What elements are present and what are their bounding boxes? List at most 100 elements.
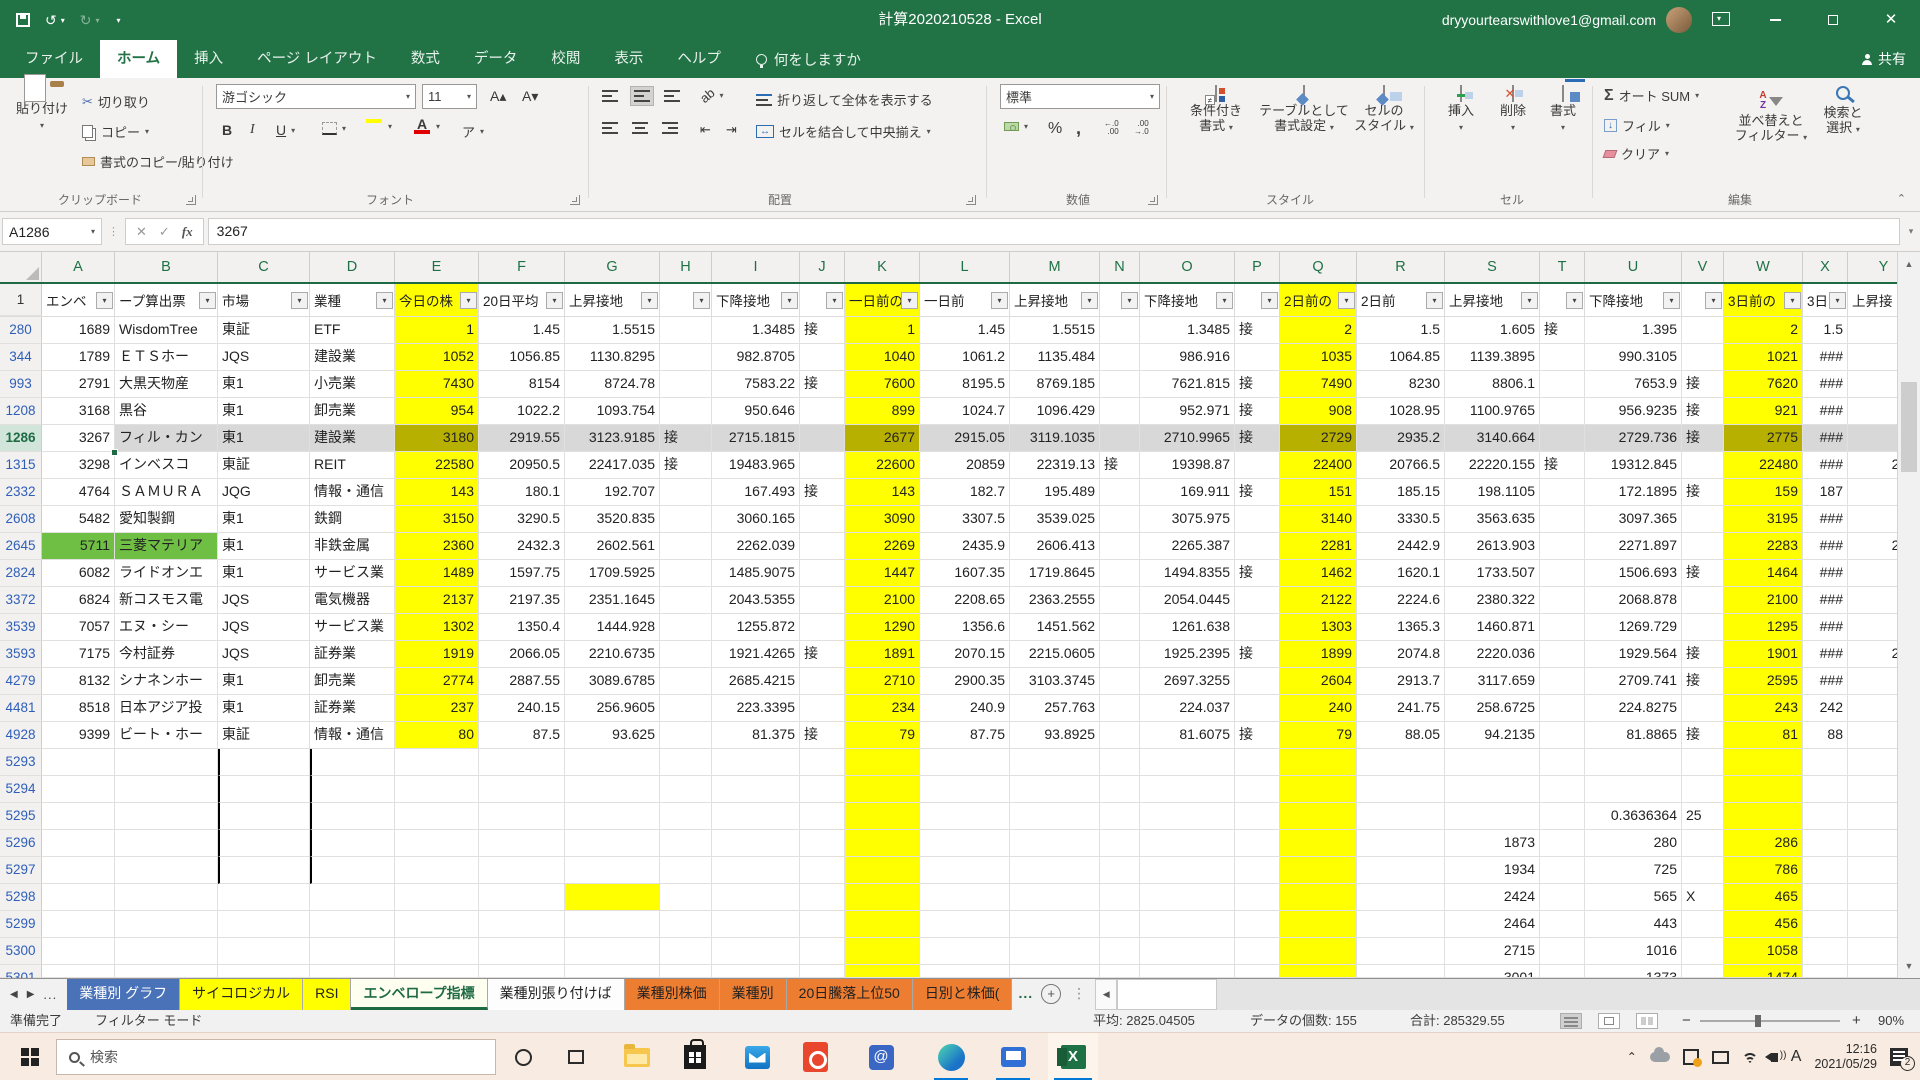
cell-L2332[interactable]: 182.7	[920, 479, 1010, 506]
cell-B2608[interactable]: 愛知製鋼	[115, 506, 218, 533]
cell-C2824[interactable]: 東1	[218, 560, 310, 587]
cell-L993[interactable]: 8195.5	[920, 371, 1010, 398]
row-header-1[interactable]: 1	[0, 284, 42, 316]
cell-P5300[interactable]	[1235, 938, 1280, 965]
cell-M993[interactable]: 8769.185	[1010, 371, 1100, 398]
cell-K1208[interactable]: 899	[845, 398, 920, 425]
decrease-decimal-icon[interactable]: .00→.0	[1134, 120, 1149, 136]
cell-N2645[interactable]	[1100, 533, 1140, 560]
cell-P5297[interactable]	[1235, 857, 1280, 884]
undo-dropdown-icon[interactable]: ▾	[61, 16, 65, 25]
bold-button[interactable]: B	[222, 122, 232, 138]
cell-X2608[interactable]: ###	[1803, 506, 1848, 533]
cell-B2824[interactable]: ライドオンエ	[115, 560, 218, 587]
cell-X2645[interactable]: ###	[1803, 533, 1848, 560]
filter-cell-Q1[interactable]: 2日前の▾	[1280, 284, 1357, 316]
cell-R3372[interactable]: 2224.6	[1357, 587, 1445, 614]
cell-N4279[interactable]	[1100, 668, 1140, 695]
cell-Q2332[interactable]: 151	[1280, 479, 1357, 506]
cell-W993[interactable]: 7620	[1724, 371, 1803, 398]
cell-P5299[interactable]	[1235, 911, 1280, 938]
cell-R5297[interactable]	[1357, 857, 1445, 884]
cell-K2824[interactable]: 1447	[845, 560, 920, 587]
align-top-icon[interactable]	[602, 90, 618, 102]
cell-K280[interactable]: 1	[845, 317, 920, 344]
taskbar-search-input[interactable]: 検索	[56, 1039, 496, 1075]
cell-J5295[interactable]	[800, 803, 845, 830]
cell-A5301[interactable]	[42, 965, 115, 978]
cell-B5293[interactable]	[115, 749, 218, 776]
cell-M5293[interactable]	[1010, 749, 1100, 776]
cell-F2824[interactable]: 1597.75	[479, 560, 565, 587]
cell-V4481[interactable]	[1682, 695, 1724, 722]
name-box[interactable]: A1286▾	[2, 218, 102, 245]
cell-B280[interactable]: WisdomTree	[115, 317, 218, 344]
ribbon-display-options-icon[interactable]	[1712, 12, 1730, 26]
cell-W5294[interactable]	[1724, 776, 1803, 803]
cell-B4279[interactable]: シナネンホー	[115, 668, 218, 695]
cell-E2608[interactable]: 3150	[395, 506, 479, 533]
cell-D5300[interactable]	[310, 938, 395, 965]
cell-E5298[interactable]	[395, 884, 479, 911]
cell-K5300[interactable]	[845, 938, 920, 965]
status-sum[interactable]: 合計: 285329.55	[1410, 1010, 1505, 1032]
tab-file[interactable]: ファイル	[8, 40, 100, 78]
cell-A5295[interactable]	[42, 803, 115, 830]
cell-R5296[interactable]	[1357, 830, 1445, 857]
cell-A280[interactable]: 1689	[42, 317, 115, 344]
filter-button-M[interactable]: ▾	[1081, 292, 1098, 309]
cell-Q3539[interactable]: 1303	[1280, 614, 1357, 641]
cell-H3593[interactable]	[660, 641, 712, 668]
row-header-1208[interactable]: 1208	[0, 398, 42, 425]
row-header-2608[interactable]: 2608	[0, 506, 42, 533]
avatar[interactable]	[1666, 7, 1692, 33]
paste-button[interactable]: 貼り付け▾	[10, 84, 74, 131]
cell-I4928[interactable]: 81.375	[712, 722, 800, 749]
cell-G2824[interactable]: 1709.5925	[565, 560, 660, 587]
cell-M280[interactable]: 1.5515	[1010, 317, 1100, 344]
cell-F5295[interactable]	[479, 803, 565, 830]
cancel-icon[interactable]: ✕	[136, 224, 147, 240]
cell-Q5300[interactable]	[1280, 938, 1357, 965]
cell-U280[interactable]: 1.395	[1585, 317, 1682, 344]
cell-A4928[interactable]: 9399	[42, 722, 115, 749]
cell-W4481[interactable]: 243	[1724, 695, 1803, 722]
cell-D5296[interactable]	[310, 830, 395, 857]
cell-U1315[interactable]: 19312.845	[1585, 452, 1682, 479]
cell-H4481[interactable]	[660, 695, 712, 722]
cell-D4481[interactable]: 証券業	[310, 695, 395, 722]
cell-M5300[interactable]	[1010, 938, 1100, 965]
cell-O3539[interactable]: 1261.638	[1140, 614, 1235, 641]
cell-F5298[interactable]	[479, 884, 565, 911]
cell-C4481[interactable]: 東1	[218, 695, 310, 722]
column-header-R[interactable]: R	[1357, 252, 1445, 282]
row-header-5296[interactable]: 5296	[0, 830, 42, 857]
cell-U5301[interactable]: 1373	[1585, 965, 1682, 978]
cell-J5294[interactable]	[800, 776, 845, 803]
cell-K5299[interactable]	[845, 911, 920, 938]
cell-S344[interactable]: 1139.3895	[1445, 344, 1540, 371]
column-header-D[interactable]: D	[310, 252, 395, 282]
page-break-view-icon[interactable]	[1636, 1013, 1658, 1029]
cell-W5300[interactable]: 1058	[1724, 938, 1803, 965]
cell-S280[interactable]: 1.605	[1445, 317, 1540, 344]
cell-S4928[interactable]: 94.2135	[1445, 722, 1540, 749]
cell-C280[interactable]: 東証	[218, 317, 310, 344]
cell-W5299[interactable]: 456	[1724, 911, 1803, 938]
cell-U3593[interactable]: 1929.564	[1585, 641, 1682, 668]
cell-H5293[interactable]	[660, 749, 712, 776]
cell-R3539[interactable]: 1365.3	[1357, 614, 1445, 641]
font-dialog-launcher-icon[interactable]	[570, 195, 580, 205]
column-header-I[interactable]: I	[712, 252, 800, 282]
cell-G5300[interactable]	[565, 938, 660, 965]
cell-H5299[interactable]	[660, 911, 712, 938]
cell-M2608[interactable]: 3539.025	[1010, 506, 1100, 533]
cell-L3372[interactable]: 2208.65	[920, 587, 1010, 614]
cell-V5296[interactable]	[1682, 830, 1724, 857]
page-layout-view-icon[interactable]	[1598, 1013, 1620, 1029]
cell-P3539[interactable]	[1235, 614, 1280, 641]
cell-I2824[interactable]: 1485.9075	[712, 560, 800, 587]
cell-T5298[interactable]	[1540, 884, 1585, 911]
cell-J3539[interactable]	[800, 614, 845, 641]
cell-H5297[interactable]	[660, 857, 712, 884]
